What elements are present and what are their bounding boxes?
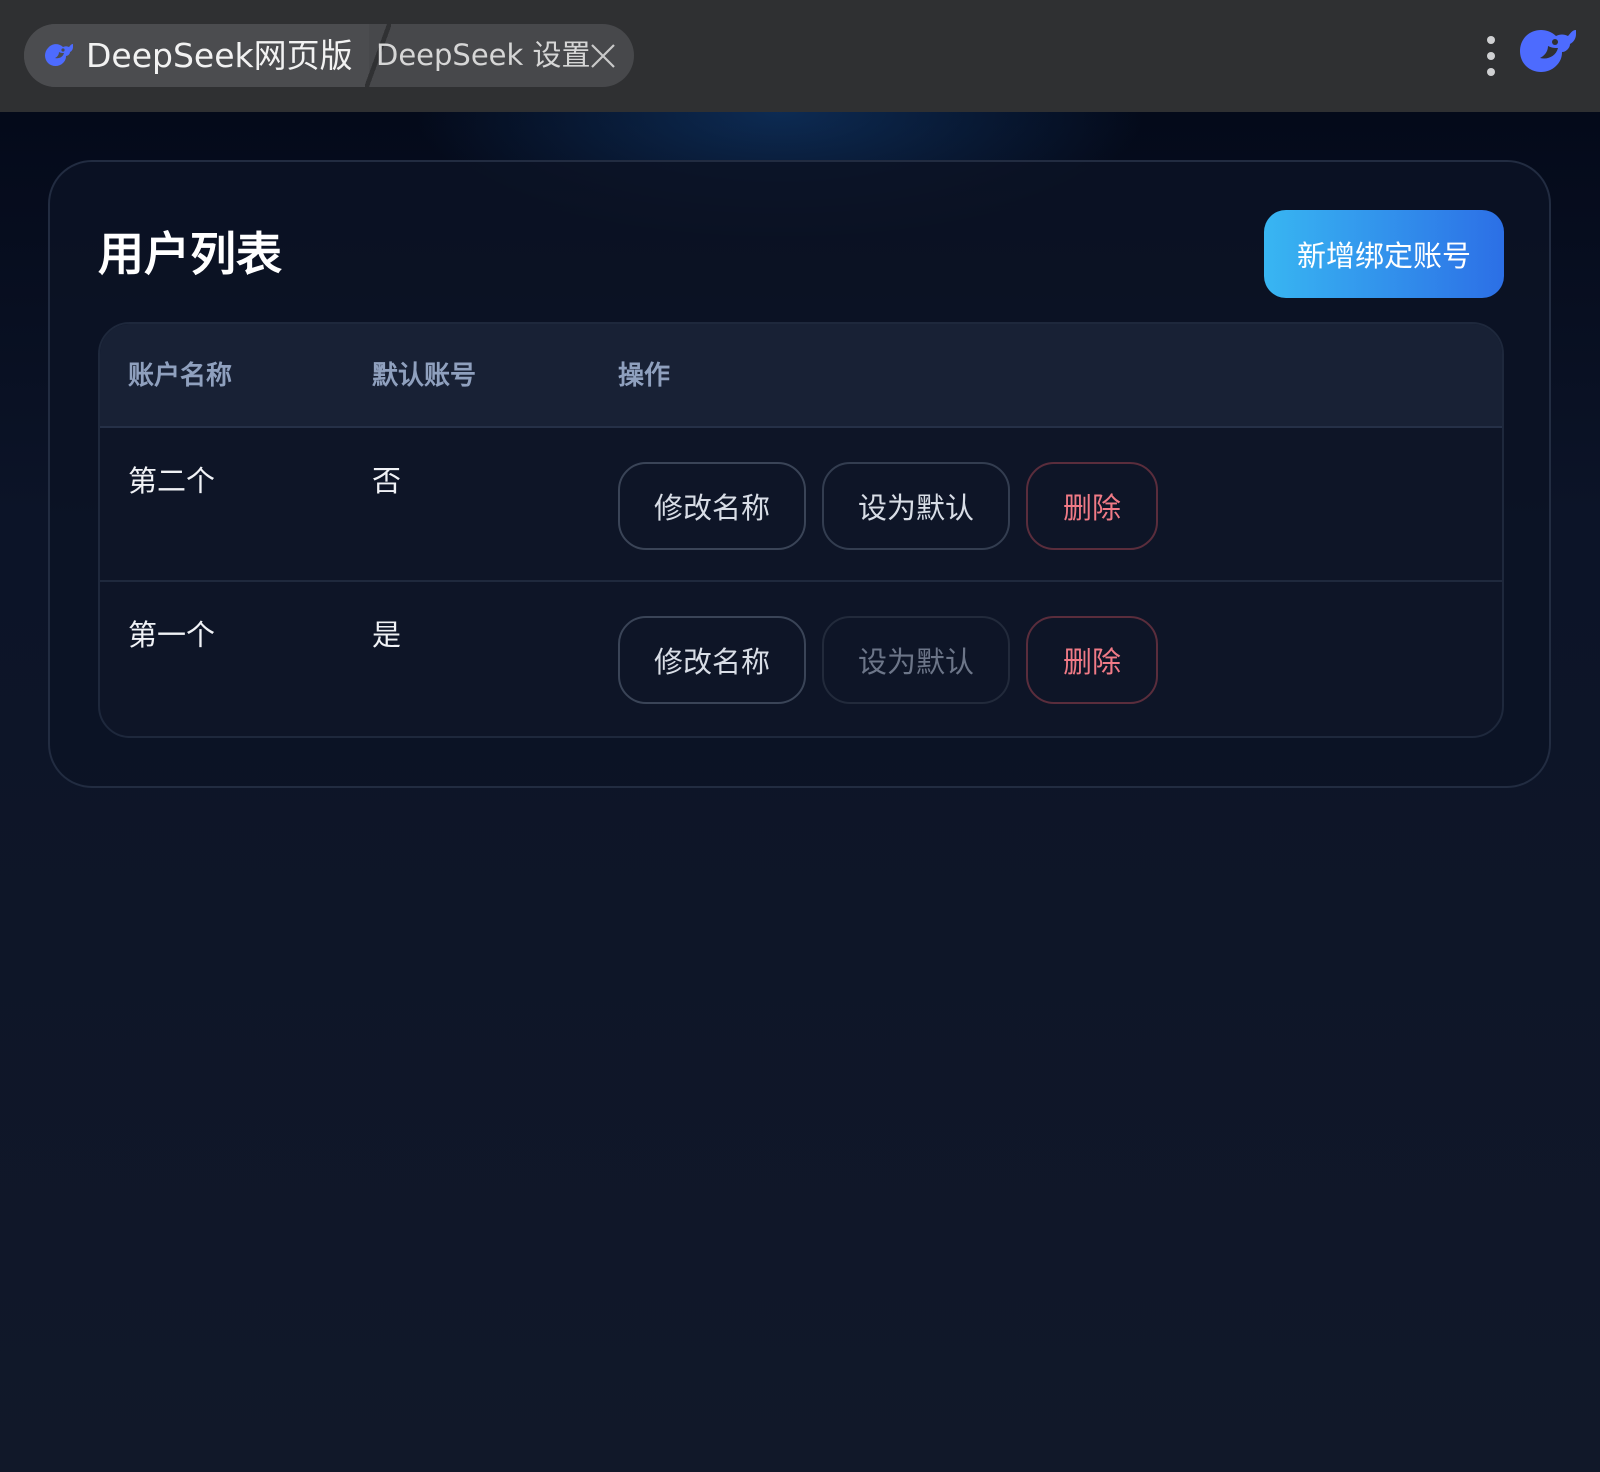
deepseek-whale-icon[interactable]: [1508, 22, 1580, 84]
rename-button[interactable]: 修改名称: [618, 616, 806, 704]
tab-settings[interactable]: DeepSeek 设置: [376, 24, 591, 87]
title-bar: DeepSeek网页版 DeepSeek 设置: [0, 0, 1600, 112]
delete-button[interactable]: 删除: [1026, 462, 1158, 550]
close-icon[interactable]: [588, 41, 618, 71]
tab-strip: DeepSeek网页版 DeepSeek 设置: [24, 24, 634, 87]
delete-button[interactable]: 删除: [1026, 616, 1158, 704]
tab-deepseek-web[interactable]: DeepSeek网页版: [24, 24, 369, 87]
table-row: 第二个 否 修改名称 设为默认 删除: [100, 428, 1502, 582]
user-table: 账户名称 默认账号 操作 第二个 否 修改名称 设为默认 删除 第一个 是 修改…: [98, 322, 1504, 738]
more-options-icon[interactable]: [1484, 34, 1498, 78]
main-content: 用户列表 新增绑定账号 账户名称 默认账号 操作 第二个 否 修改名称 设为默认…: [0, 112, 1600, 1472]
page-title: 用户列表: [98, 227, 282, 281]
account-name: 第一个: [128, 618, 216, 652]
table-row: 第一个 是 修改名称 设为默认 删除: [100, 582, 1502, 736]
set-default-button[interactable]: 设为默认: [822, 462, 1010, 550]
column-header-actions: 操作: [618, 361, 671, 391]
tab-deepseek-web-label: DeepSeek网页版: [86, 36, 353, 75]
default-status: 否: [372, 464, 402, 498]
table-header: 账户名称 默认账号 操作: [100, 324, 1502, 428]
rename-button[interactable]: 修改名称: [618, 462, 806, 550]
user-list-card: 用户列表 新增绑定账号 账户名称 默认账号 操作 第二个 否 修改名称 设为默认…: [48, 160, 1551, 788]
account-name: 第二个: [128, 464, 216, 498]
default-status: 是: [372, 618, 402, 652]
add-bound-account-button[interactable]: 新增绑定账号: [1264, 210, 1504, 298]
set-default-button-disabled: 设为默认: [822, 616, 1010, 704]
column-header-default-account: 默认账号: [372, 361, 477, 391]
column-header-account-name: 账户名称: [128, 361, 233, 391]
deepseek-whale-icon: [45, 44, 73, 66]
